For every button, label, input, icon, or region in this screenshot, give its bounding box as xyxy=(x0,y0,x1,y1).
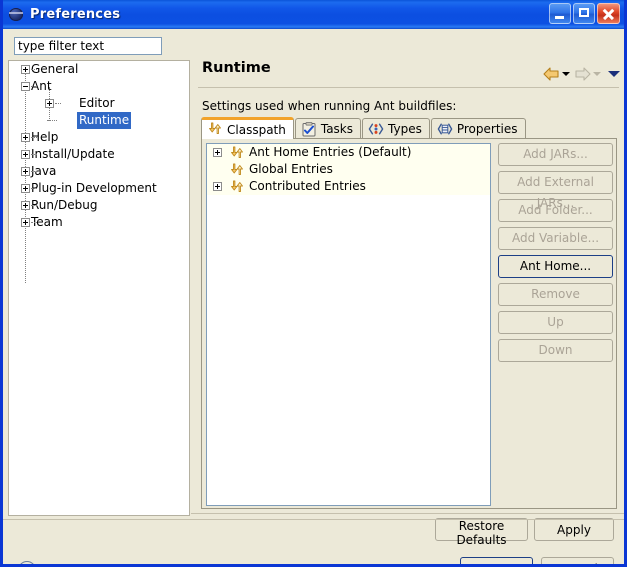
sidebar-item-help[interactable]: Help xyxy=(9,129,189,146)
sidebar-item-run-debug[interactable]: Run/Debug xyxy=(9,197,189,214)
help-icon[interactable]: ? xyxy=(18,561,36,564)
tab-tasks[interactable]: Tasks xyxy=(294,118,362,139)
expand-icon[interactable] xyxy=(45,99,54,108)
sidebar-item-team[interactable]: Team xyxy=(9,214,189,231)
preferences-dialog: Preferences GeneralAntEditorRuntimeHelpI… xyxy=(0,0,627,567)
add-external-jars-button: Add External JARs... xyxy=(498,171,613,210)
classpath-entry-label: Ant Home Entries (Default) xyxy=(249,145,412,159)
add-folder-button: Add Folder... xyxy=(498,199,613,222)
tab-label: Classpath xyxy=(227,122,286,137)
page-navigation-toolbar xyxy=(543,67,620,81)
tab-label: Types xyxy=(388,122,422,136)
tab-classpath[interactable]: Classpath xyxy=(201,117,294,139)
sidebar-item-runtime[interactable]: Runtime xyxy=(9,112,189,129)
cancel-button[interactable]: Cancel xyxy=(541,557,614,564)
classpath-tree-row[interactable]: Global Entries xyxy=(207,161,490,178)
expand-icon[interactable] xyxy=(213,148,222,157)
dialog-button-row: OK Cancel xyxy=(460,557,614,564)
expand-icon[interactable] xyxy=(21,65,30,74)
window-title: Preferences xyxy=(30,7,121,22)
sidebar-item-plug-in-development[interactable]: Plug-in Development xyxy=(9,180,189,197)
minimize-button[interactable] xyxy=(549,3,571,24)
classpath-entry-label: Global Entries xyxy=(249,162,333,176)
sidebar-item-label: Runtime xyxy=(77,112,132,129)
properties-icon xyxy=(437,122,453,137)
tab-label: Properties xyxy=(456,122,518,136)
classpath-tab-panel: Ant Home Entries (Default) Global Entries… xyxy=(201,138,617,509)
ant-home-button[interactable]: Ant Home... xyxy=(498,255,613,278)
up-button: Up xyxy=(498,311,613,334)
title-bar[interactable]: Preferences xyxy=(3,0,624,29)
sidebar-item-install-update[interactable]: Install/Update xyxy=(9,146,189,163)
sidebar-item-label: Plug-in Development xyxy=(31,181,157,195)
dialog-footer: ? OK Cancel xyxy=(3,520,624,564)
expand-icon[interactable] xyxy=(21,184,30,193)
classpath-entries-icon xyxy=(229,180,245,193)
remove-button: Remove xyxy=(498,283,613,306)
tasks-clipboard-icon xyxy=(301,121,317,137)
preference-nav-pane: GeneralAntEditor RuntimeHelpInstall/Updat… xyxy=(8,33,190,518)
tab-label: Tasks xyxy=(320,122,354,136)
sidebar-item-editor[interactable]: Editor xyxy=(9,95,189,112)
back-arrow-icon[interactable] xyxy=(543,67,560,81)
search-input[interactable] xyxy=(14,37,162,55)
sidebar-item-general[interactable]: General xyxy=(9,61,189,78)
sidebar-item-label: Editor xyxy=(79,96,115,110)
tab-folder: Classpath Tasks Types Properties Ant Home E… xyxy=(201,117,617,509)
back-dropdown-caret-icon[interactable] xyxy=(560,67,571,81)
classpath-tree[interactable]: Ant Home Entries (Default) Global Entries… xyxy=(206,143,491,506)
forward-dropdown-caret-icon xyxy=(591,67,602,81)
page-title: Runtime xyxy=(202,60,271,76)
expand-icon[interactable] xyxy=(21,167,30,176)
classpath-entry-label: Contributed Entries xyxy=(249,179,366,193)
expand-icon[interactable] xyxy=(21,150,30,159)
down-button: Down xyxy=(498,339,613,362)
collapse-icon[interactable] xyxy=(21,82,30,91)
eclipse-sphere-icon xyxy=(8,6,25,23)
add-variable-button: Add Variable... xyxy=(498,227,613,250)
classpath-button-column: Add JARs... Add External JARs...Add Folde… xyxy=(498,143,613,367)
forward-arrow-icon xyxy=(574,67,591,81)
sidebar-item-label: Run/Debug xyxy=(31,198,98,212)
tab-types[interactable]: Types xyxy=(362,118,430,139)
expand-icon[interactable] xyxy=(21,218,30,227)
sidebar-item-ant[interactable]: Ant xyxy=(9,78,189,95)
title-divider xyxy=(198,87,619,88)
apply-divider xyxy=(191,513,624,514)
tab-strip: Classpath Tasks Types Properties xyxy=(201,117,527,139)
expand-icon[interactable] xyxy=(213,182,222,191)
classpath-entries-icon xyxy=(229,146,245,159)
classpath-tree-row[interactable]: Ant Home Entries (Default) xyxy=(207,144,490,161)
sidebar-item-java[interactable]: Java xyxy=(9,163,189,180)
expand-icon[interactable] xyxy=(21,133,30,142)
page-description: Settings used when running Ant buildfile… xyxy=(202,99,457,113)
tab-properties[interactable]: Properties xyxy=(430,118,526,139)
classpath-entries-icon xyxy=(207,122,223,137)
types-icon xyxy=(368,122,384,137)
classpath-tree-row[interactable]: Contributed Entries xyxy=(207,178,490,195)
expand-icon[interactable] xyxy=(21,201,30,210)
sidebar-item-label: Install/Update xyxy=(31,147,115,161)
close-button[interactable] xyxy=(597,3,620,24)
titlebar-button-group xyxy=(549,3,620,24)
view-menu-caret-icon[interactable] xyxy=(608,67,620,81)
preference-page: Runtime Settings used when running Ant b… xyxy=(191,29,624,564)
dialog-body: GeneralAntEditorRuntimeHelpInstall/Updat… xyxy=(3,29,624,564)
classpath-entries-icon xyxy=(229,163,245,176)
add-jars-button: Add JARs... xyxy=(498,143,613,166)
maximize-button[interactable] xyxy=(573,3,595,24)
preference-tree[interactable]: General Ant Editor Runtime Help Install/Updat… xyxy=(8,60,190,516)
ok-button[interactable]: OK xyxy=(460,557,533,564)
